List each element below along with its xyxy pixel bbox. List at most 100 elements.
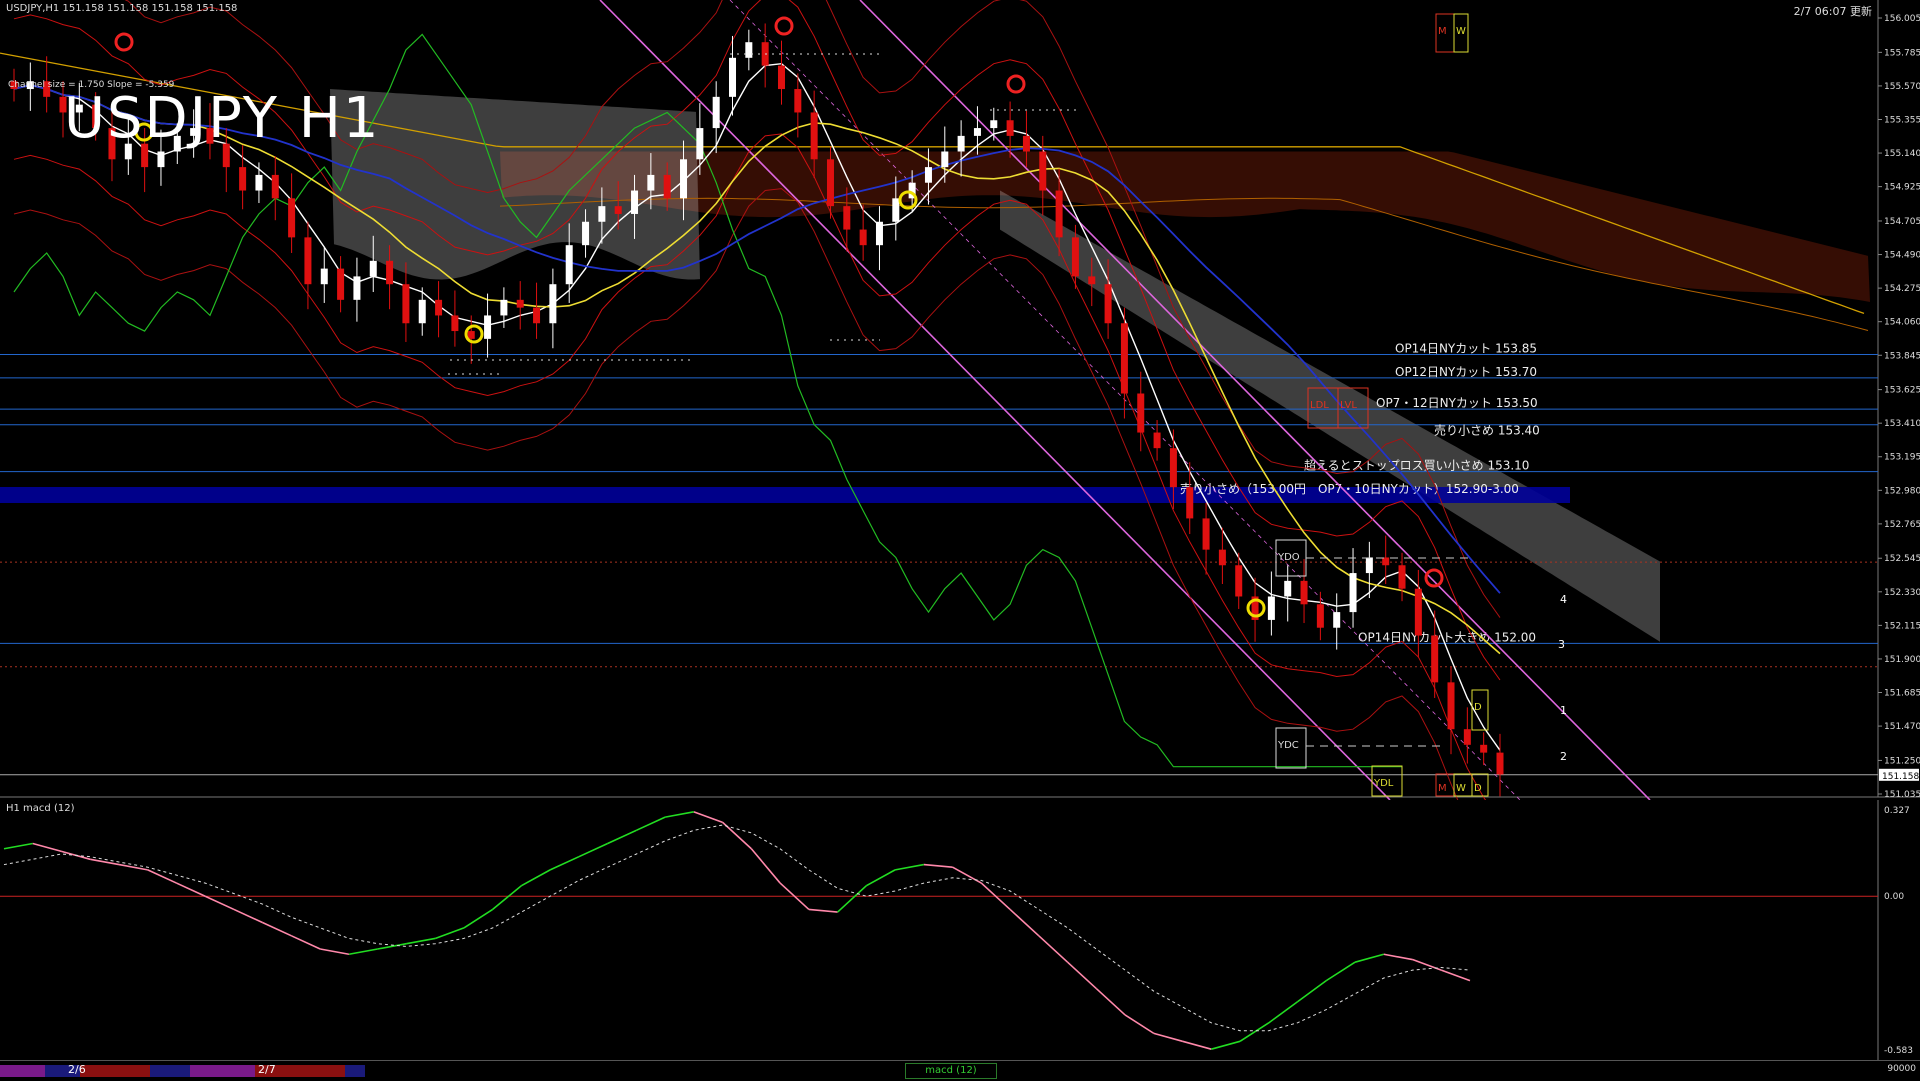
price-tick-label: 154.490 [1884,251,1920,261]
level-annotation: OP7・12日NYカット 153.50 [1376,396,1538,410]
box-label: M [1438,26,1447,37]
channel-number: 1 [1560,704,1567,717]
candle-body [647,174,655,191]
candle-body [631,190,639,214]
candle-body [1055,190,1063,238]
candle-body [467,331,475,339]
candle-body [239,167,247,191]
candle-body [1284,580,1292,597]
box-label: W [1456,26,1466,37]
level-annotation: OP14日NYカット大きめ 152.00 [1358,630,1536,644]
candle-body [1006,120,1014,136]
candle-body [1088,276,1096,285]
price-tick-label: 153.625 [1884,386,1920,396]
candle-body [680,159,688,199]
price-tick-label: 152.765 [1884,520,1920,530]
candle-body [1365,557,1373,574]
candle-body [582,221,590,246]
price-tick-label: 152.115 [1884,621,1920,631]
box-label: LDL [1310,400,1329,411]
candle-body [614,206,622,214]
candle-body [1414,588,1422,636]
price-tick-label: 151.035 [1884,790,1920,800]
candle-body [1071,237,1079,277]
session-segment [345,1065,365,1077]
candle-body [712,96,720,129]
candle-body [1496,752,1504,775]
candle-body [1039,151,1047,191]
price-tick-label: 152.980 [1884,486,1920,496]
candle-body [1382,557,1390,566]
candle-body [957,135,965,152]
candle-body [1218,549,1226,566]
candle-body [1333,612,1341,628]
candle-body [1169,448,1177,488]
candle-body [1104,284,1112,324]
candle-body [810,112,818,160]
macd-panel[interactable]: 0.327 0.00 -0.583 H1 macd (12) [0,800,1920,1060]
candle-body [337,268,345,300]
level-annotation: 売り小さめ 153.40 [1434,423,1540,438]
macd-chart-svg[interactable]: 0.327 0.00 -0.583 [0,800,1920,1060]
candle-body [1202,518,1210,550]
box-label: YDO [1277,552,1300,563]
datetime-label: 2/7 06:07 更新 [1793,5,1872,18]
price-tick-label: 151.470 [1884,722,1920,732]
session-segment [80,1065,150,1077]
macd-background [0,800,1920,1060]
candle-body [500,299,508,316]
candle-body [875,221,883,246]
indicator-tab[interactable]: macd (12) [905,1063,997,1079]
candle-body [353,276,361,300]
price-tick-label: 155.570 [1884,82,1920,92]
date-label-feb7: 2/7 [258,1063,276,1076]
price-tick-label: 154.705 [1884,217,1920,227]
candle-body [794,89,802,113]
candle-body [1398,565,1406,589]
main-chart-panel[interactable]: 156.005 155.785 155.570 155.355 155.140 154.9… [0,0,1920,876]
session-segment [0,1065,45,1077]
candle-body [549,284,557,324]
box-label: LVL [1340,400,1357,411]
candle-body [386,260,394,285]
candle-body [320,268,328,285]
candle-body [304,237,312,285]
candle-body [696,128,704,160]
candle-body [777,65,785,90]
box-label: YDL [1373,778,1394,789]
price-tick-label: 155.355 [1884,115,1920,125]
candle-body [598,206,606,222]
candle-body [271,174,279,199]
candle-body [729,57,737,97]
level-annotation: OP14日NYカット 153.85 [1395,341,1537,355]
price-tick-label: 155.140 [1884,149,1920,159]
candle-body [1137,393,1145,433]
channel-number: 2 [1560,750,1567,763]
price-tick-label: 154.925 [1884,183,1920,193]
candle-body [484,315,492,339]
macd-axis-label: -0.583 [1884,1046,1913,1056]
candle-body [1235,565,1243,597]
level-annotation: 売り小さめ（153.00円 OP7・10日NYカット）152.90-3.00 [1180,481,1519,496]
price-tick-label: 151.250 [1884,756,1920,766]
session-segment [190,1065,255,1077]
level-annotation: OP12日NYカット 153.70 [1395,365,1537,379]
price-tick-label: 153.410 [1884,419,1920,429]
price-tick-label: 152.330 [1884,588,1920,598]
candle-body [1153,432,1161,449]
candle-body [288,198,296,238]
macd-axis-label: 0.327 [1884,806,1910,816]
macd-axis-label: 0.00 [1884,892,1904,902]
candle-body [516,299,524,308]
candle-body [418,299,426,324]
price-tick-label: 153.195 [1884,453,1920,463]
price-tick-label: 156.005 [1884,14,1920,24]
price-tick-label: 154.060 [1884,318,1920,328]
candle-body [1480,744,1488,753]
candle-body [1447,682,1455,730]
candle-body [745,42,753,58]
price-tick-label: 154.275 [1884,284,1920,294]
candle-body [369,260,377,277]
time-scroll-bar[interactable]: 2/6 2/7 macd (12) 90000 [0,1060,1920,1081]
candle-body [663,174,671,199]
